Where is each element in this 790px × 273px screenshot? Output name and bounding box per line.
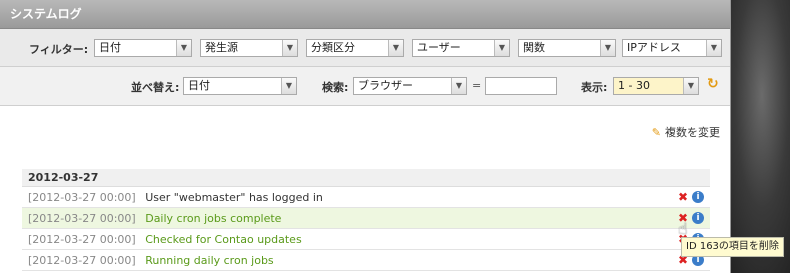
search-input[interactable] [485, 77, 557, 95]
chevron-down-icon: ▼ [282, 40, 297, 56]
delete-icon[interactable]: ✖ [678, 187, 688, 208]
filter-category-value: 分類区分 [311, 41, 355, 54]
filter-ip-select[interactable]: IPアドレス ▼ [622, 39, 722, 57]
filter-category-select[interactable]: 分類区分 ▼ [306, 39, 404, 57]
log-timestamp: [2012-03-27 00:00] [28, 212, 136, 225]
sort-label: 並べ替え: [131, 81, 180, 94]
chevron-down-icon: ▼ [281, 78, 296, 94]
filter-ip-value: IPアドレス [627, 41, 681, 54]
page-title: システムログ [0, 0, 730, 29]
log-timestamp: [2012-03-27 00:00] [28, 191, 136, 204]
chevron-down-icon: ▼ [494, 40, 509, 56]
filter-bar: フィルター: 日付 ▼ 発生源 ▼ 分類区分 ▼ ユーザー ▼ 関数 ▼ IPア… [0, 29, 730, 67]
filter-date-value: 日付 [99, 41, 121, 54]
delete-tooltip: ID 163の項目を削除 [681, 237, 784, 257]
hand-cursor-icon: ☝ [678, 219, 688, 238]
change-multiple-label: 複数を変更 [665, 126, 720, 139]
filter-function-value: 関数 [523, 41, 545, 54]
edit-multiple-icon: ✎ [651, 126, 661, 139]
filter-source-value: 発生源 [205, 41, 238, 54]
sort-search-bar: 並べ替え: 日付 ▼ 検索: ブラウザー ▼ = 表示: 1 - 30 ▼ ↻ [0, 67, 730, 106]
display-label: 表示: [581, 81, 608, 94]
filter-function-select[interactable]: 関数 ▼ [518, 39, 616, 57]
search-field-select[interactable]: ブラウザー ▼ [353, 77, 467, 95]
log-timestamp: [2012-03-27 00:00] [28, 233, 136, 246]
info-icon[interactable]: i [692, 212, 704, 224]
search-field-value: ブラウザー [358, 79, 413, 92]
chevron-down-icon: ▼ [176, 40, 191, 56]
log-row: [2012-03-27 00:00] Checked for Contao up… [22, 229, 710, 250]
sort-value: 日付 [188, 79, 210, 92]
chevron-down-icon: ▼ [600, 40, 615, 56]
log-row: [2012-03-27 00:00] Daily cron jobs compl… [22, 208, 710, 229]
log-message: User "webmaster" has logged in [145, 191, 323, 204]
display-range-value: 1 - 30 [618, 79, 650, 92]
log-timestamp: [2012-03-27 00:00] [28, 254, 136, 267]
chevron-down-icon: ▼ [706, 40, 721, 56]
search-label: 検索: [322, 81, 349, 94]
equals-sign: = [472, 79, 482, 92]
filter-user-value: ユーザー [417, 41, 461, 54]
log-row: [2012-03-27 00:00] Running daily cron jo… [22, 250, 710, 271]
chevron-down-icon: ▼ [451, 78, 466, 94]
chevron-down-icon: ▼ [683, 78, 698, 94]
log-message: Running daily cron jobs [145, 254, 274, 267]
log-message: Daily cron jobs complete [145, 212, 282, 225]
date-group-header: 2012-03-27 [22, 169, 710, 187]
filter-user-select[interactable]: ユーザー ▼ [412, 39, 510, 57]
filter-label: フィルター: [29, 43, 89, 56]
display-range-select[interactable]: 1 - 30 ▼ [613, 77, 699, 95]
log-message: Checked for Contao updates [145, 233, 302, 246]
filter-date-select[interactable]: 日付 ▼ [94, 39, 192, 57]
log-row: [2012-03-27 00:00] User "webmaster" has … [22, 187, 710, 208]
chevron-down-icon: ▼ [388, 40, 403, 56]
system-log-panel: システムログ フィルター: 日付 ▼ 発生源 ▼ 分類区分 ▼ ユーザー ▼ 関… [0, 0, 731, 273]
filter-source-select[interactable]: 発生源 ▼ [200, 39, 298, 57]
sort-select[interactable]: 日付 ▼ [183, 77, 297, 95]
refresh-icon[interactable]: ↻ [707, 76, 719, 92]
info-icon[interactable]: i [692, 191, 704, 203]
change-multiple-link[interactable]: ✎ 複数を変更 [652, 124, 720, 140]
